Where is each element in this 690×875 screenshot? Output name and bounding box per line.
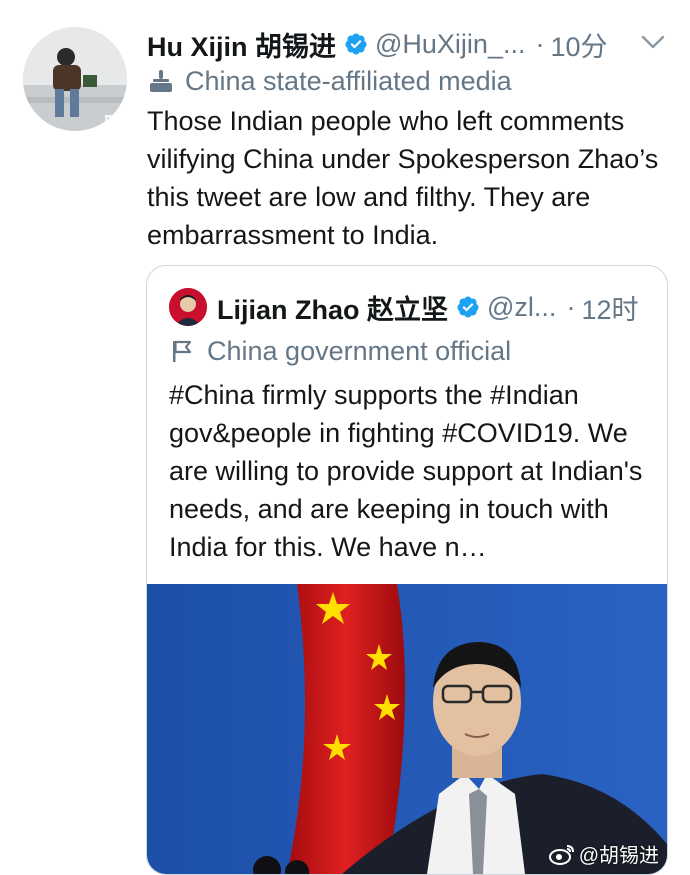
quoted-tweet-timestamp[interactable]: 12时	[581, 288, 638, 327]
tweet-timestamp[interactable]: 10分	[550, 25, 607, 64]
weibo-icon	[548, 844, 574, 865]
flag-icon	[173, 340, 192, 362]
quoted-author-avatar[interactable]	[169, 288, 207, 326]
tweet-header: Hu Xijin 胡锡进 @HuXijin_... · 10分	[147, 24, 666, 64]
chevron-down-icon[interactable]	[640, 32, 666, 52]
watermark-text: @胡锡进	[578, 845, 659, 867]
quoted-avatar-photo	[169, 288, 207, 326]
government-official-label-text: China government official	[207, 335, 512, 366]
separator-dot: ·	[566, 291, 576, 322]
quoted-author-handle[interactable]: @zl...	[487, 292, 556, 323]
quoted-tweet-card[interactable]: Lijian Zhao 赵立坚 @zl... · 12时 China gover…	[146, 265, 668, 875]
verified-badge-icon	[457, 296, 479, 318]
state-media-label-text: China state-affiliated media	[185, 65, 512, 96]
separator-dot: ·	[535, 28, 545, 59]
quoted-author-name[interactable]: Lijian Zhao 赵立坚	[217, 288, 448, 327]
author-avatar[interactable]: Sarajev	[23, 27, 127, 131]
avatar-caption: Sarajev	[107, 117, 127, 126]
tweet-text: Those Indian people who left comments vi…	[147, 106, 659, 250]
author-name[interactable]: Hu Xijin 胡锡进	[147, 25, 336, 64]
quoted-tweet-image[interactable]: @胡锡进	[147, 584, 667, 874]
state-media-label[interactable]: China state-affiliated media	[147, 64, 512, 98]
weibo-watermark: @胡锡进	[548, 839, 659, 868]
press-conference-photo	[147, 584, 667, 874]
podium-icon	[150, 70, 172, 92]
quoted-tweet-text: #China firmly supports the #Indian gov&p…	[169, 380, 643, 562]
verified-badge-icon	[345, 33, 367, 55]
author-handle[interactable]: @HuXijin_...	[375, 29, 525, 60]
quoted-tweet-header: Lijian Zhao 赵立坚 @zl... · 12时	[217, 287, 649, 327]
government-official-label[interactable]: China government official	[169, 334, 511, 368]
avatar-photo: Sarajev	[23, 27, 127, 131]
